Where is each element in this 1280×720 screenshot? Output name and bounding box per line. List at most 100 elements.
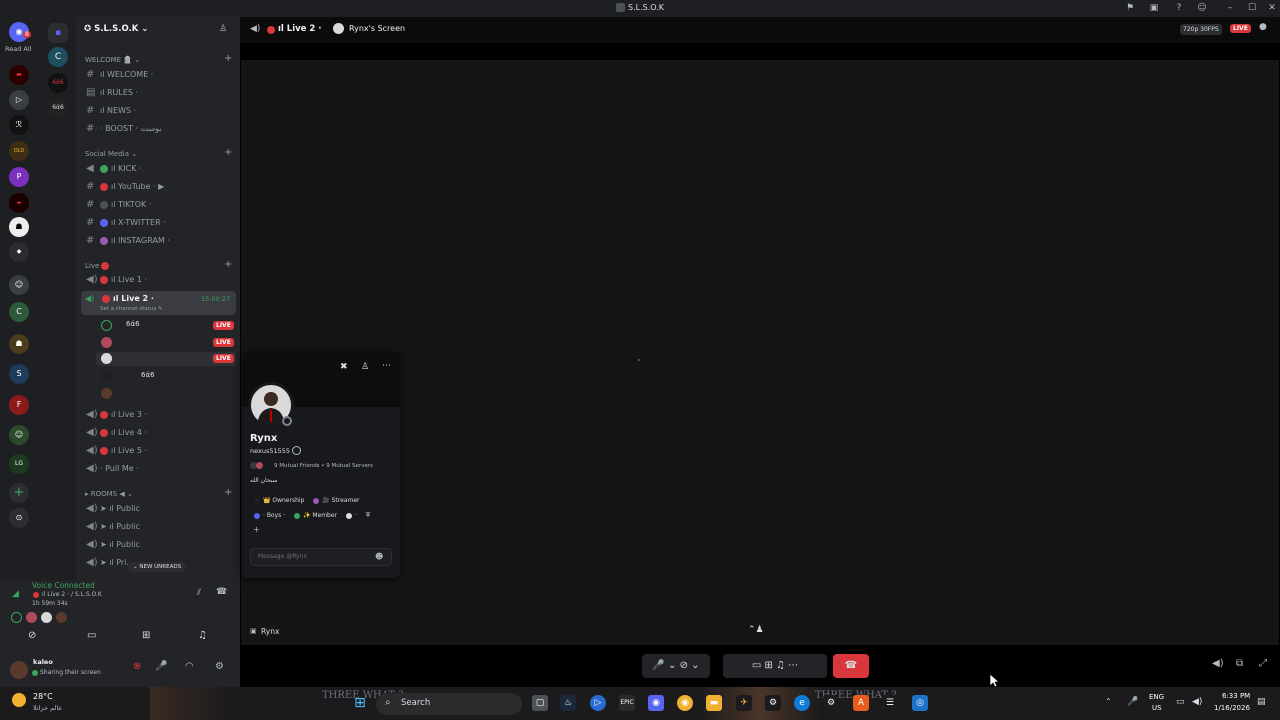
channel-live-1[interactable]: ◀) ıl Live 1 · <box>86 274 236 290</box>
user-avatar[interactable] <box>10 661 28 679</box>
weather-icon[interactable] <box>12 693 26 707</box>
emoji-icon[interactable]: ☻ <box>375 552 383 561</box>
channel-kick[interactable]: ◀ ıl KICK · <box>86 163 236 179</box>
inbox-icon[interactable]: ▣ <box>1149 3 1159 13</box>
voice-member[interactable]: LIVE <box>96 352 236 366</box>
voice-member[interactable]: 6ά6 LIVE <box>96 319 236 333</box>
more-options-icon[interactable]: ⋯ <box>382 361 391 371</box>
add-channel-icon[interactable]: + <box>224 53 232 64</box>
message-box[interactable]: Message @Rynx ☻ <box>250 548 392 566</box>
voice-channel[interactable]: ıl Live 2 · / S.L.S.O.K <box>42 591 102 598</box>
activities-icon[interactable]: ⊞ <box>142 630 150 641</box>
add-channel-icon[interactable]: + <box>224 259 232 270</box>
camera-off-icon[interactable]: ⊘ <box>28 630 36 641</box>
channel-public[interactable]: ◀) ➤ ıl Public <box>86 503 236 519</box>
channel-status[interactable]: Set a channel status ✎ <box>100 306 163 312</box>
voice-status[interactable]: Voice Connected <box>32 581 95 590</box>
end-stream-button[interactable]: ☎ <box>833 654 869 678</box>
server-icon[interactable]: OLD <box>9 141 29 161</box>
people-icon[interactable]: ☺ <box>1197 3 1207 13</box>
popout-icon[interactable]: ⧉ <box>1236 658 1243 669</box>
camera-muted-icon[interactable]: ⊗ <box>133 661 141 672</box>
add-role-icon[interactable]: + <box>253 525 260 534</box>
close-button[interactable]: ✕ <box>1267 3 1277 13</box>
server-icon[interactable]: P <box>9 167 29 187</box>
taskbar-search[interactable]: ⌕ Search <box>376 693 522 715</box>
microphone-icon[interactable]: 🎤 <box>155 661 167 672</box>
stage-channel[interactable]: ıl Live 2 · <box>278 24 321 34</box>
channel-rules[interactable]: ▤ ıl RULES · <box>86 87 236 103</box>
expand-participants-icon[interactable]: ⌃♟ <box>748 625 764 635</box>
channel-live-3[interactable]: ◀) ıl Live 3 · <box>86 409 236 425</box>
server-icon[interactable]: ☺ <box>9 275 29 295</box>
channel-instagram[interactable]: # ıl INSTAGRAM · <box>86 235 236 251</box>
channel-x-twitter[interactable]: # ıl X-TWITTER · <box>86 217 236 233</box>
channel-tiktok[interactable]: # ıl TIKTOK · <box>86 199 236 215</box>
category-social[interactable]: Social Media ⌄ <box>85 150 137 158</box>
volume-icon[interactable]: ◀) <box>1212 658 1224 669</box>
message-input[interactable]: Message @Rynx <box>258 553 307 560</box>
voice-member[interactable] <box>96 387 236 401</box>
server-icon[interactable]: F <box>9 395 29 415</box>
channel-pull-me[interactable]: ◀) · Pull Me · <box>86 463 236 479</box>
screen-owner[interactable]: Rynx's Screen <box>349 24 405 33</box>
channel-public[interactable]: ◀) ➤ ıl Public <box>86 539 236 555</box>
channel-public[interactable]: ◀) ➤ ıl Public <box>86 521 236 537</box>
disconnect-icon[interactable]: ☎ <box>216 587 227 597</box>
category-welcome[interactable]: WELCOME 🪦 ⌄ <box>85 56 140 64</box>
server-icon[interactable]: ▬ <box>9 193 29 213</box>
activity-buttons[interactable]: ▭ ⊞ ♫ ⋯ <box>723 654 827 678</box>
mic-toggle[interactable]: 🎤 ⌄ ⊘ ⌄ <box>642 654 710 678</box>
channel-live-2-selected[interactable]: ◀) ıl Live 2 · 15:00:27 Set a channel st… <box>81 291 236 315</box>
maximize-button[interactable]: ☐ <box>1247 3 1257 13</box>
channel-live-5[interactable]: ◀) ıl Live 5 · <box>86 445 236 461</box>
add-channel-icon[interactable]: + <box>224 487 232 498</box>
channel-youtube[interactable]: # ıl YouTube · ▶ <box>86 181 236 197</box>
server-icon[interactable]: C <box>9 302 29 322</box>
channel-live-4[interactable]: ◀) ıl Live 4 · <box>86 427 236 443</box>
server-icon[interactable]: ▬ <box>9 65 29 85</box>
discover-icon[interactable]: ⊙ <box>9 508 29 528</box>
fullscreen-icon[interactable]: ⤢ <box>1259 658 1267 669</box>
category-rooms[interactable]: ▸ ROOMS ◀ ⌄ <box>85 490 133 498</box>
add-channel-icon[interactable]: + <box>224 147 232 158</box>
minimize-button[interactable]: – <box>1225 3 1235 13</box>
add-server-icon[interactable]: + <box>9 483 29 503</box>
help-icon[interactable]: ? <box>1174 3 1184 13</box>
soundboard-icon[interactable]: ♫ <box>198 630 207 641</box>
server-icon[interactable]: ☗ <box>9 217 29 237</box>
new-unreads-pill[interactable]: ⌄ NEW UNREADS <box>128 562 187 572</box>
add-member-icon[interactable]: ♙ <box>219 24 227 34</box>
server-icon[interactable]: 6ά6 <box>48 73 68 93</box>
friend-action-icon[interactable]: ✖ <box>340 362 348 372</box>
server-icon[interactable]: 6ά6 <box>48 98 68 118</box>
server-header[interactable]: ✪ S.L.S.O.K ⌄ <box>84 24 148 34</box>
server-icon[interactable]: LG <box>9 454 29 474</box>
folder-icon[interactable]: ▪ <box>48 23 68 43</box>
server-icon[interactable]: ◆ <box>9 242 29 262</box>
channel-welcome[interactable]: # ıl WELCOME · <box>86 69 236 85</box>
server-icon[interactable]: C <box>48 47 68 67</box>
screen-share-icon[interactable]: ▭ <box>87 630 96 641</box>
voice-member[interactable]: 6ά6 <box>96 370 236 384</box>
read-all-label[interactable]: Read All <box>5 45 31 53</box>
server-icon[interactable]: ☺ <box>9 425 29 445</box>
flag-icon[interactable]: ⚑ <box>1125 3 1135 13</box>
chat-bubble-icon[interactable]: ● <box>1259 22 1267 32</box>
channel-boost[interactable]: # · BOOST · بوست <box>86 123 236 139</box>
settings-gear-icon[interactable]: ⚙ <box>215 661 224 672</box>
server-icon[interactable]: ▷ <box>9 90 29 110</box>
mutuals-text[interactable]: 9 Mutual Friends • 9 Mutual Servers <box>274 463 373 469</box>
stage-footer-name[interactable]: Rynx <box>261 627 279 636</box>
signal-icon[interactable]: ◢ <box>12 589 19 599</box>
headphones-icon[interactable]: ◠ <box>185 661 194 672</box>
channel-news[interactable]: # ıl NEWS · <box>86 105 236 121</box>
server-icon[interactable]: ☗ <box>9 334 29 354</box>
temperature[interactable]: 28°C <box>33 692 53 701</box>
voice-member[interactable]: LIVE <box>96 336 236 350</box>
add-friend-icon[interactable]: ♙ <box>361 362 369 372</box>
noise-suppression-icon[interactable]: ⫽ <box>197 588 201 598</box>
server-icon[interactable]: ℛ <box>9 115 29 135</box>
category-live[interactable]: Live <box>85 262 112 270</box>
windows-start-icon[interactable]: ⊞ <box>352 695 368 711</box>
